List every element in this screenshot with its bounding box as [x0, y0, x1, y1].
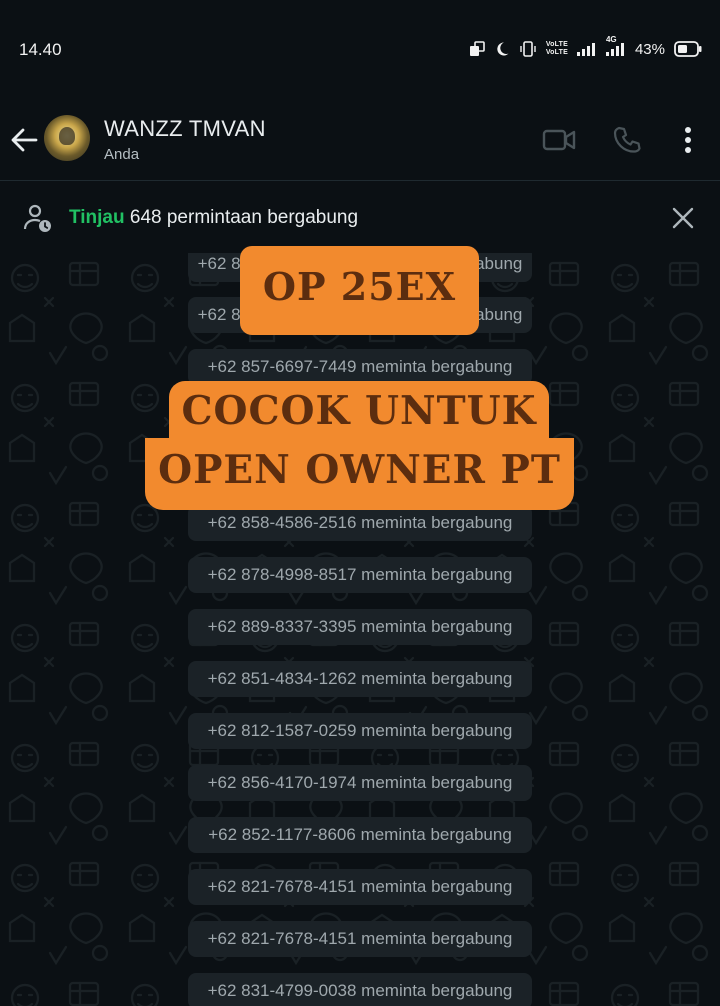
signal-icon	[576, 42, 597, 56]
chat-header: WANZZ TMVAN Anda	[0, 100, 720, 181]
system-message: +62 812-1587-0259 meminta bergabung	[188, 713, 532, 749]
chat-title[interactable]: WANZZ TMVAN	[104, 116, 266, 142]
avatar[interactable]	[44, 115, 90, 161]
video-call-icon	[542, 129, 576, 151]
system-message: +62 878-4998-8517 meminta bergabung	[188, 557, 532, 593]
system-message: +62 856-4170-1974 meminta bergabung	[188, 765, 532, 801]
close-banner-button[interactable]	[670, 205, 696, 231]
battery-percent: 43%	[634, 40, 665, 58]
status-icons: VoLTE VoLTE 4G 43%	[469, 35, 702, 62]
menu-button[interactable]	[676, 124, 700, 156]
overlay-label-line2: COCOK UNTUK	[169, 381, 549, 441]
join-requests-text: Tinjau 648 permintaan bergabung	[69, 207, 359, 228]
battery-icon	[674, 41, 702, 57]
volte-indicator: VoLTE VoLTE	[545, 41, 568, 56]
system-message: +62 858-4586-2516 meminta bergabung	[188, 505, 532, 541]
back-arrow-icon	[11, 128, 38, 152]
signal-4g-icon: 4G	[605, 35, 626, 56]
overlay-label-line3: OPEN OWNER PT	[145, 438, 574, 510]
system-message: +62 821-7678-4151 meminta bergabung	[188, 869, 532, 905]
system-message: +62 857-6697-7449 meminta bergabung	[188, 349, 532, 385]
review-link[interactable]: Tinjau	[69, 207, 125, 228]
moon-icon	[494, 41, 510, 57]
voice-call-button[interactable]	[611, 124, 643, 156]
system-message: +62 831-4799-0038 meminta bergabung	[188, 973, 532, 1006]
video-call-button[interactable]	[541, 124, 577, 156]
overlay-label-op: OP 25EX	[240, 246, 479, 335]
system-message: +62 821-7678-4151 meminta bergabung	[188, 921, 532, 957]
chat-subtitle[interactable]: Anda	[104, 146, 139, 163]
status-time: 14.40	[19, 40, 62, 59]
system-message: +62 889-8337-3395 meminta bergabung	[188, 609, 532, 645]
screen-mirror-icon	[469, 41, 485, 57]
vibrate-icon	[519, 40, 537, 58]
system-message: +62 851-4834-1262 meminta bergabung	[188, 661, 532, 697]
more-vert-icon	[685, 127, 691, 153]
join-requests-banner[interactable]: Tinjau 648 permintaan bergabung	[0, 181, 720, 253]
system-message: +62 852-1177-8606 meminta bergabung	[188, 817, 532, 853]
back-button[interactable]	[10, 122, 38, 158]
person-clock-icon	[23, 203, 55, 240]
close-icon	[672, 207, 694, 229]
phone-call-icon	[613, 126, 641, 153]
chat-area[interactable]: +62 8 gabung +62 8 gabung +62 857-6697-744…	[0, 253, 720, 1006]
status-bar: 14.40 VoLTE VoLTE 4G 43%	[0, 0, 720, 100]
